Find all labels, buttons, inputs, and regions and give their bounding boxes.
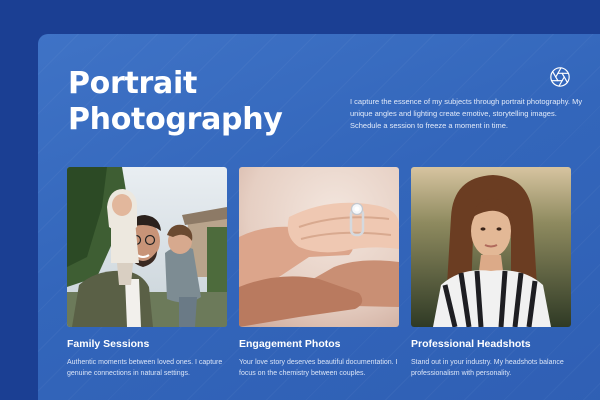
family-photo bbox=[67, 167, 227, 327]
services-grid: Family Sessions Authentic moments betwee… bbox=[67, 167, 571, 377]
headshot-photo bbox=[411, 167, 571, 327]
hero-panel: Portrait Photography I capture the essen… bbox=[38, 34, 600, 400]
service-title-family: Family Sessions bbox=[67, 338, 150, 350]
engagement-photo bbox=[239, 167, 399, 327]
service-description-headshots: Stand out in your industry. My headshots… bbox=[411, 359, 564, 377]
service-description-family: Authentic moments between loved ones. I … bbox=[67, 359, 223, 377]
service-title-engagement: Engagement Photos bbox=[239, 338, 341, 350]
service-title-headshots: Professional Headshots bbox=[411, 338, 531, 350]
service-description-engagement: Your love story deserves beautiful docum… bbox=[239, 359, 398, 377]
camera-aperture-icon[interactable] bbox=[549, 66, 571, 88]
page: Portrait Photography I capture the essen… bbox=[0, 0, 600, 400]
page-title: Portrait Photography bbox=[68, 66, 283, 137]
service-card-family[interactable]: Family Sessions Authentic moments betwee… bbox=[67, 167, 227, 379]
service-card-headshots[interactable]: Professional Headshots Stand out in your… bbox=[411, 167, 571, 379]
intro-text: I capture the essence of my subjects thr… bbox=[350, 97, 583, 130]
service-card-engagement[interactable]: Engagement Photos Your love story deserv… bbox=[239, 167, 399, 379]
